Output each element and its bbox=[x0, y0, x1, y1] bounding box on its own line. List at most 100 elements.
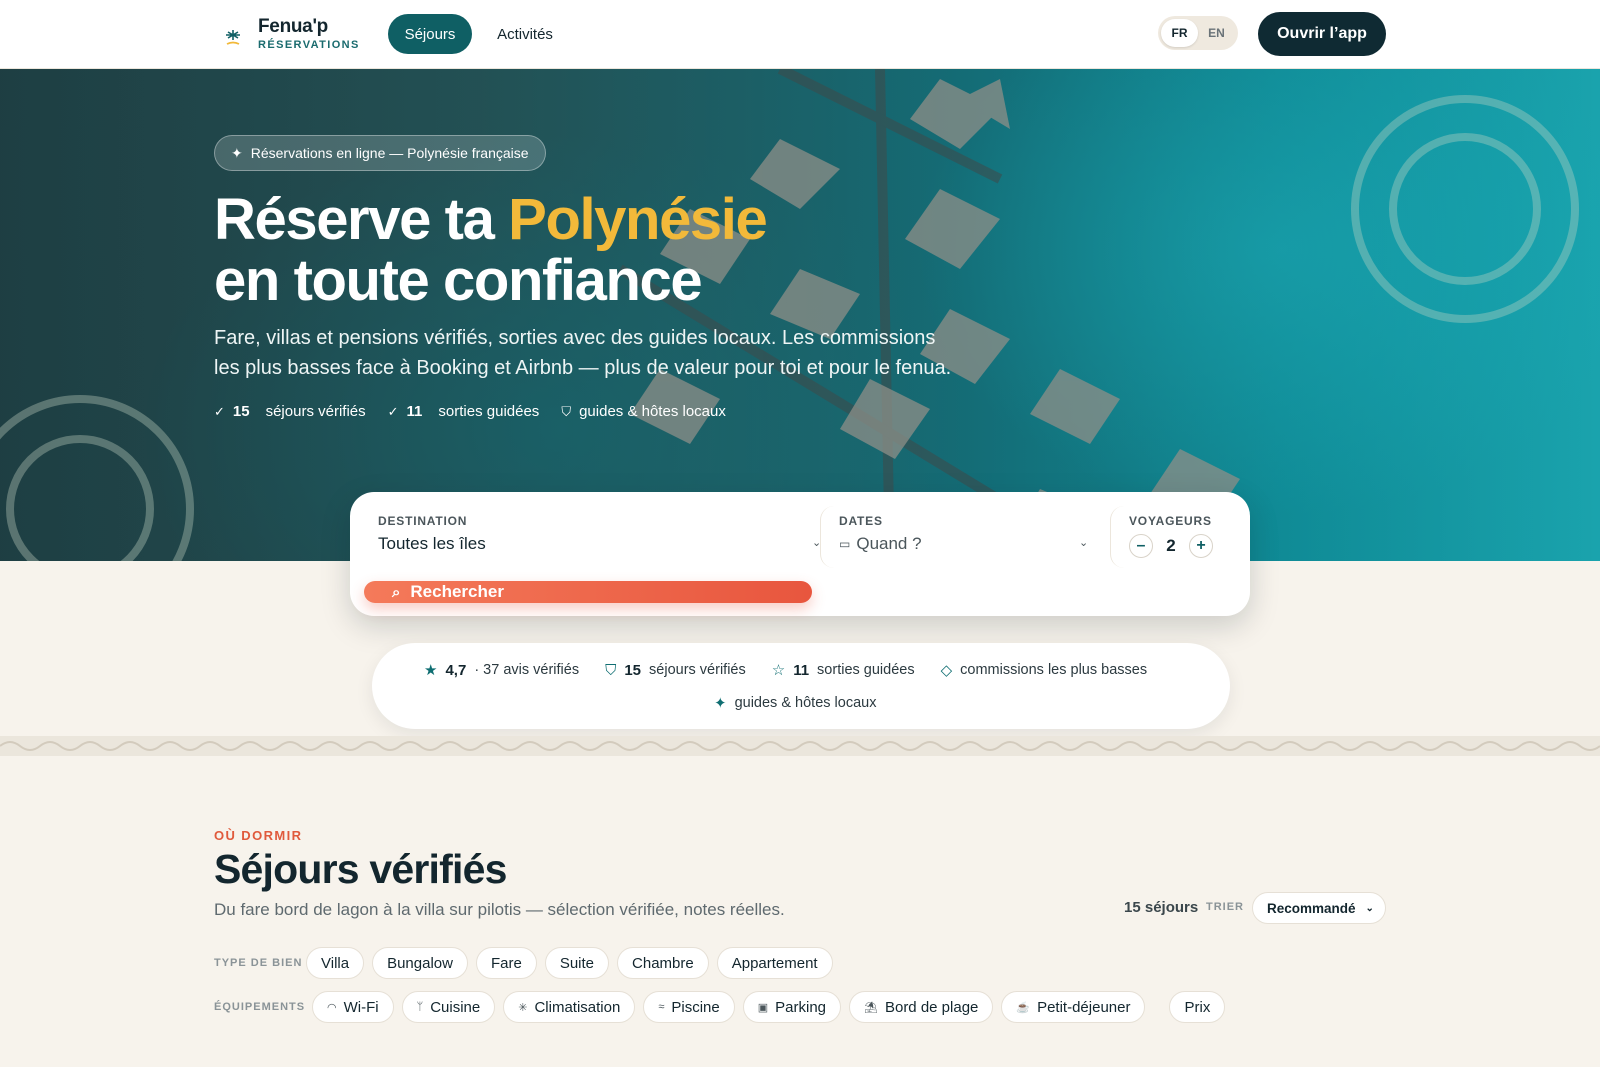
stat-tours: ✓ 11 sorties guidées bbox=[388, 403, 540, 420]
hero-lead-line2: les plus basses face à Booking et Airbnb… bbox=[214, 357, 952, 379]
trust-row-1: ★ 4,7 · 37 avis vérifiés ⛉ 15 séjours vé… bbox=[424, 661, 1173, 680]
calendar-icon: ▭ bbox=[839, 537, 851, 551]
chip-bord-de-plage-label: Bord de plage bbox=[884, 998, 979, 1016]
stat-guides: ⛉ guides & hôtes locaux bbox=[561, 403, 726, 420]
chip-wifi[interactable]: ◠ Wi-Fi bbox=[312, 991, 394, 1023]
rating-reviews: · 37 avis vérifiés bbox=[474, 662, 580, 678]
trust-stays-label: séjours vérifiés bbox=[649, 662, 746, 678]
dates-placeholder: Quand ? bbox=[856, 534, 922, 553]
trust-guides-label: guides & hôtes locaux bbox=[734, 695, 877, 711]
language-toggle: FR EN bbox=[1158, 16, 1238, 50]
chip-climatisation-label: Climatisation bbox=[534, 998, 621, 1016]
type-filter-label: TYPE DE BIEN bbox=[214, 957, 303, 969]
hero-stats: ✓ 15 séjours vérifiés ✓ 11 sorties guidé… bbox=[214, 403, 748, 420]
destination-select[interactable]: DESTINATION Toutes les îles ⌄ bbox=[378, 514, 821, 554]
beach-icon: ⛱ bbox=[864, 1001, 878, 1014]
search-icon: ⌕ bbox=[392, 583, 401, 601]
results-count: 15 séjours bbox=[1124, 899, 1199, 916]
equipment-filter-chips: ◠ Wi-Fi ᛘ Cuisine ✳ Climatisation ≈ Piscine … bbox=[312, 991, 1233, 1023]
chip-petit-dejeuner[interactable]: ☕ Petit-déjeuner bbox=[1001, 991, 1146, 1023]
sort-value: Recommandé bbox=[1267, 900, 1356, 916]
lang-fr-button[interactable]: FR bbox=[1161, 19, 1198, 47]
check-icon: ✓ bbox=[387, 403, 399, 419]
stat-stays-label: séjours vérifiés bbox=[265, 403, 366, 420]
trust-tours-value: 11 bbox=[793, 661, 810, 679]
sort-select[interactable]: Recommandé ⌄ bbox=[1252, 892, 1386, 924]
type-filter-chips: Villa Bungalow Fare Suite Chambre Appart… bbox=[306, 947, 841, 979]
trust-commissions-label: commissions les plus basses bbox=[960, 662, 1148, 678]
hero-title-accent: Polynésie bbox=[508, 187, 768, 252]
lang-en-button[interactable]: EN bbox=[1198, 19, 1235, 47]
hero-lead-line1: Fare, villas et pensions vérifiés, sorti… bbox=[214, 327, 936, 349]
search-button[interactable]: ⌕ Rechercher bbox=[364, 581, 812, 603]
chip-bord-de-plage[interactable]: ⛱ Bord de plage bbox=[849, 991, 994, 1023]
trust-stays-value: 15 bbox=[624, 661, 642, 679]
search-card: DESTINATION Toutes les îles ⌄ DATES ▭ Qu… bbox=[350, 492, 1250, 616]
tab-activites[interactable]: Activités bbox=[486, 14, 564, 54]
snowflake-icon: ✳ bbox=[518, 1001, 528, 1014]
brand-subtitle: RÉSERVATIONS bbox=[258, 39, 360, 51]
brand-logo-link[interactable]: Fenua'p RÉSERVATIONS bbox=[222, 16, 360, 51]
wave-divider bbox=[0, 736, 1600, 756]
trust-stays: ⛉ 15 séjours vérifiés bbox=[605, 662, 746, 679]
chip-fare[interactable]: Fare bbox=[475, 947, 537, 979]
equipment-filter-label: ÉQUIPEMENTS bbox=[214, 1001, 306, 1013]
section-eyebrow: OÙ DORMIR bbox=[214, 828, 303, 843]
utensils-icon: ᛘ bbox=[416, 1001, 424, 1013]
stat-tours-value: 11 bbox=[406, 403, 423, 420]
open-app-button[interactable]: Ouvrir l’app bbox=[1258, 12, 1386, 56]
hero-pill-badge: ✦ Réservations en ligne — Polynésie fran… bbox=[214, 135, 546, 171]
chip-parking-label: Parking bbox=[775, 998, 826, 1016]
check-icon: ✓ bbox=[214, 403, 225, 419]
sort-label: TRIER bbox=[1206, 901, 1244, 913]
dates-field: ▭ Quand ? bbox=[839, 534, 1108, 554]
section-subtitle: Du fare bord de lagon à la villa sur pil… bbox=[214, 900, 785, 919]
trust-row-2: ✦ guides & hôtes locaux bbox=[714, 694, 902, 712]
tab-sejours[interactable]: Séjours bbox=[388, 14, 472, 54]
chip-piscine[interactable]: ≈ Piscine bbox=[643, 991, 735, 1023]
pool-icon: ≈ bbox=[658, 1001, 665, 1013]
chip-cuisine-label: Cuisine bbox=[430, 998, 481, 1016]
dates-label: DATES bbox=[839, 514, 883, 528]
chip-parking[interactable]: ▣ Parking bbox=[742, 991, 841, 1023]
trust-rating: ★ 4,7 · 37 avis vérifiés bbox=[424, 661, 580, 680]
destination-value: Toutes les îles bbox=[378, 534, 486, 553]
star-outline-icon: ☆ bbox=[771, 662, 786, 679]
hero-lead: Fare, villas et pensions vérifiés, sorti… bbox=[214, 323, 1004, 383]
chip-climatisation[interactable]: ✳ Climatisation bbox=[503, 991, 636, 1023]
stat-stays: ✓ 15 séjours vérifiés bbox=[214, 403, 366, 420]
chip-suite[interactable]: Suite bbox=[544, 947, 610, 979]
travelers-value: 2 bbox=[1166, 536, 1176, 555]
chip-cuisine[interactable]: ᛘ Cuisine bbox=[401, 991, 496, 1023]
chip-prix[interactable]: Prix bbox=[1169, 991, 1226, 1023]
tag-icon: ◇ bbox=[940, 662, 953, 679]
chip-wifi-label: Wi-Fi bbox=[343, 998, 379, 1016]
stat-stays-value: 15 bbox=[232, 403, 250, 420]
chevron-down-icon: ⌄ bbox=[1365, 902, 1374, 914]
chevron-down-icon: ⌄ bbox=[1079, 537, 1089, 549]
increment-button[interactable]: + bbox=[1189, 534, 1213, 558]
coffee-icon: ☕ bbox=[1016, 1001, 1031, 1014]
decrement-button[interactable]: – bbox=[1129, 534, 1153, 558]
stat-guides-label: guides & hôtes locaux bbox=[579, 403, 726, 420]
travelers-field: VOYAGEURS – 2 + bbox=[1110, 506, 1230, 568]
hero-section: ✦ Réservations en ligne — Polynésie fran… bbox=[0, 69, 1600, 561]
star-filled-icon: ★ bbox=[424, 662, 438, 679]
chip-chambre[interactable]: Chambre bbox=[617, 947, 709, 979]
trust-guides: ✦ guides & hôtes locaux bbox=[714, 694, 876, 712]
sparkle-icon: ✦ bbox=[714, 695, 727, 712]
hero-pill-text: Réservations en ligne — Polynésie frança… bbox=[250, 145, 529, 161]
palm-logo-icon bbox=[226, 29, 240, 45]
chip-villa[interactable]: Villa bbox=[306, 947, 365, 979]
hero-title-line2: en toute confiance bbox=[214, 248, 703, 313]
chip-petit-dejeuner-label: Petit-déjeuner bbox=[1037, 998, 1131, 1016]
travelers-label: VOYAGEURS bbox=[1129, 514, 1212, 528]
chip-bungalow[interactable]: Bungalow bbox=[372, 947, 468, 979]
dates-picker[interactable]: DATES ▭ Quand ? ⌄ bbox=[820, 506, 1108, 568]
stat-tours-label: sorties guidées bbox=[438, 403, 540, 420]
wifi-icon: ◠ bbox=[327, 1001, 337, 1014]
trust-bar: ★ 4,7 · 37 avis vérifiés ⛉ 15 séjours vé… bbox=[372, 643, 1230, 729]
top-navbar: Fenua'p RÉSERVATIONS Séjours Activités F… bbox=[0, 0, 1600, 69]
hero-title: Réserve ta Polynésie en toute confiance bbox=[214, 187, 768, 313]
chip-appartement[interactable]: Appartement bbox=[716, 947, 833, 979]
